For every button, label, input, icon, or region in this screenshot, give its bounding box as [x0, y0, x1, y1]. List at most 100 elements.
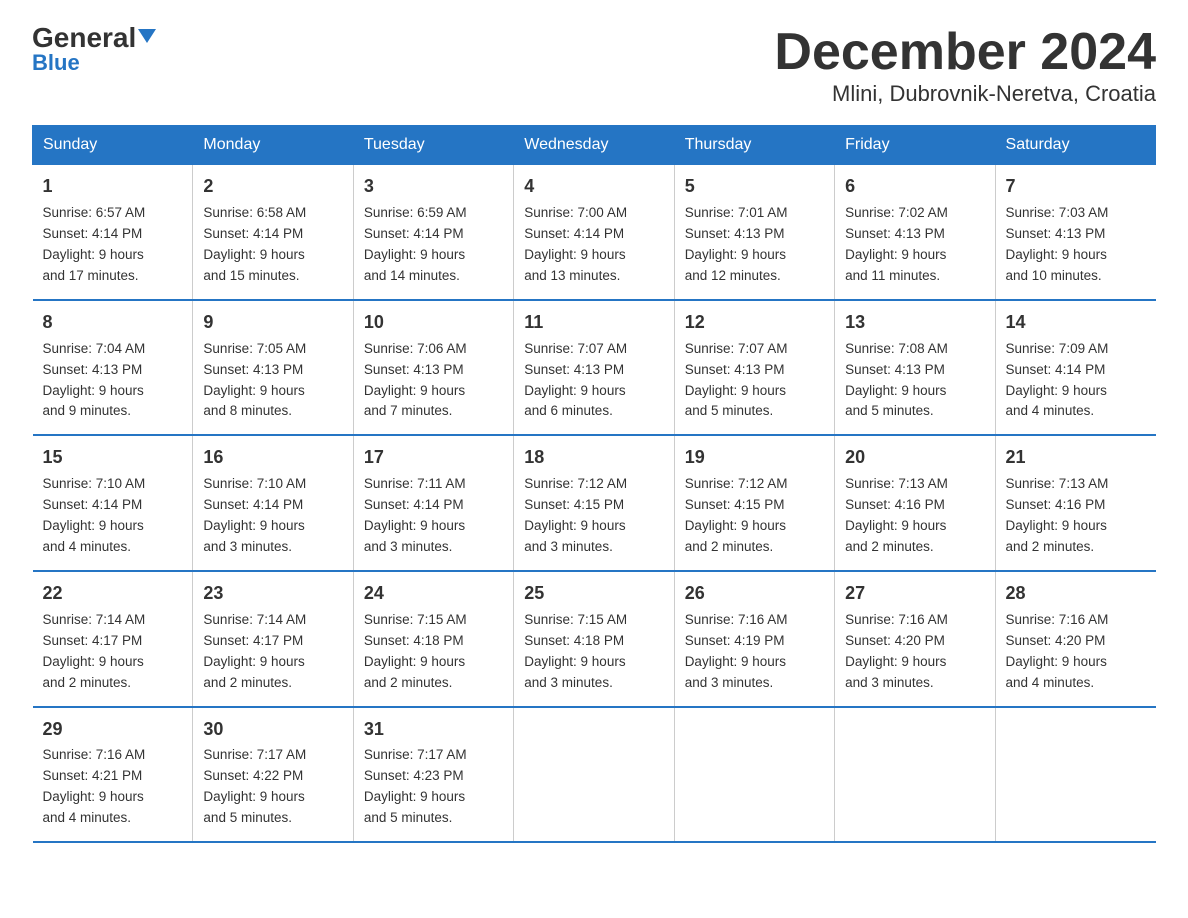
day-info: Sunrise: 7:14 AMSunset: 4:17 PMDaylight:… — [203, 612, 306, 690]
calendar-cell: 23 Sunrise: 7:14 AMSunset: 4:17 PMDayligh… — [193, 571, 353, 707]
calendar-cell: 14 Sunrise: 7:09 AMSunset: 4:14 PMDayligh… — [995, 300, 1155, 436]
calendar-cell: 10 Sunrise: 7:06 AMSunset: 4:13 PMDayligh… — [353, 300, 513, 436]
logo: General Blue — [32, 24, 156, 76]
calendar-cell: 22Sunrise: 7:14 AMSunset: 4:17 PMDayligh… — [33, 571, 193, 707]
day-number: 2 — [203, 173, 342, 201]
location-title: Mlini, Dubrovnik-Neretva, Croatia — [774, 81, 1156, 107]
day-number: 26 — [685, 580, 824, 608]
day-number: 18 — [524, 444, 663, 472]
calendar-cell: 24 Sunrise: 7:15 AMSunset: 4:18 PMDayligh… — [353, 571, 513, 707]
calendar-table: SundayMondayTuesdayWednesdayThursdayFrid… — [32, 125, 1156, 843]
day-number: 17 — [364, 444, 503, 472]
calendar-week-row: 15 Sunrise: 7:10 AMSunset: 4:14 PMDayligh… — [33, 435, 1156, 571]
logo-general-text: General — [32, 24, 156, 52]
calendar-header-row: SundayMondayTuesdayWednesdayThursdayFrid… — [33, 126, 1156, 165]
header-sunday: Sunday — [33, 126, 193, 165]
calendar-week-row: 1 Sunrise: 6:57 AMSunset: 4:14 PMDaylight… — [33, 165, 1156, 300]
calendar-cell: 6 Sunrise: 7:02 AMSunset: 4:13 PMDaylight… — [835, 165, 995, 300]
day-info: Sunrise: 7:16 AMSunset: 4:19 PMDaylight:… — [685, 612, 788, 690]
day-number: 14 — [1006, 309, 1146, 337]
day-number: 9 — [203, 309, 342, 337]
logo-triangle-icon — [138, 29, 156, 43]
day-number: 5 — [685, 173, 824, 201]
calendar-cell — [995, 707, 1155, 843]
day-number: 21 — [1006, 444, 1146, 472]
calendar-cell: 20 Sunrise: 7:13 AMSunset: 4:16 PMDayligh… — [835, 435, 995, 571]
day-info: Sunrise: 7:13 AMSunset: 4:16 PMDaylight:… — [845, 476, 948, 554]
day-info: Sunrise: 6:57 AMSunset: 4:14 PMDaylight:… — [43, 205, 146, 283]
header-tuesday: Tuesday — [353, 126, 513, 165]
day-info: Sunrise: 7:05 AMSunset: 4:13 PMDaylight:… — [203, 341, 306, 419]
calendar-cell: 4 Sunrise: 7:00 AMSunset: 4:14 PMDaylight… — [514, 165, 674, 300]
day-info: Sunrise: 7:03 AMSunset: 4:13 PMDaylight:… — [1006, 205, 1109, 283]
day-number: 8 — [43, 309, 183, 337]
calendar-cell: 12 Sunrise: 7:07 AMSunset: 4:13 PMDayligh… — [674, 300, 834, 436]
day-info: Sunrise: 7:07 AMSunset: 4:13 PMDaylight:… — [524, 341, 627, 419]
calendar-week-row: 8 Sunrise: 7:04 AMSunset: 4:13 PMDaylight… — [33, 300, 1156, 436]
day-number: 6 — [845, 173, 984, 201]
day-info: Sunrise: 7:11 AMSunset: 4:14 PMDaylight:… — [364, 476, 466, 554]
calendar-cell: 7 Sunrise: 7:03 AMSunset: 4:13 PMDaylight… — [995, 165, 1155, 300]
day-info: Sunrise: 7:07 AMSunset: 4:13 PMDaylight:… — [685, 341, 788, 419]
day-number: 19 — [685, 444, 824, 472]
calendar-cell: 3Sunrise: 6:59 AMSunset: 4:14 PMDaylight… — [353, 165, 513, 300]
day-info: Sunrise: 7:06 AMSunset: 4:13 PMDaylight:… — [364, 341, 467, 419]
day-info: Sunrise: 7:17 AMSunset: 4:22 PMDaylight:… — [203, 747, 306, 825]
day-number: 15 — [43, 444, 183, 472]
day-info: Sunrise: 7:12 AMSunset: 4:15 PMDaylight:… — [524, 476, 627, 554]
calendar-week-row: 29 Sunrise: 7:16 AMSunset: 4:21 PMDayligh… — [33, 707, 1156, 843]
day-info: Sunrise: 7:16 AMSunset: 4:21 PMDaylight:… — [43, 747, 146, 825]
calendar-cell: 18 Sunrise: 7:12 AMSunset: 4:15 PMDayligh… — [514, 435, 674, 571]
calendar-week-row: 22Sunrise: 7:14 AMSunset: 4:17 PMDayligh… — [33, 571, 1156, 707]
calendar-cell: 19 Sunrise: 7:12 AMSunset: 4:15 PMDayligh… — [674, 435, 834, 571]
day-number: 4 — [524, 173, 663, 201]
calendar-cell: 13 Sunrise: 7:08 AMSunset: 4:13 PMDayligh… — [835, 300, 995, 436]
day-info: Sunrise: 7:10 AMSunset: 4:14 PMDaylight:… — [203, 476, 306, 554]
day-info: Sunrise: 7:15 AMSunset: 4:18 PMDaylight:… — [364, 612, 467, 690]
day-info: Sunrise: 7:04 AMSunset: 4:13 PMDaylight:… — [43, 341, 146, 419]
day-number: 7 — [1006, 173, 1146, 201]
calendar-cell: 30 Sunrise: 7:17 AMSunset: 4:22 PMDayligh… — [193, 707, 353, 843]
day-number: 10 — [364, 309, 503, 337]
day-number: 31 — [364, 716, 503, 744]
day-info: Sunrise: 7:02 AMSunset: 4:13 PMDaylight:… — [845, 205, 948, 283]
day-info: Sunrise: 7:09 AMSunset: 4:14 PMDaylight:… — [1006, 341, 1109, 419]
day-info: Sunrise: 7:01 AMSunset: 4:13 PMDaylight:… — [685, 205, 788, 283]
day-number: 24 — [364, 580, 503, 608]
day-number: 1 — [43, 173, 183, 201]
calendar-cell — [514, 707, 674, 843]
calendar-cell: 31Sunrise: 7:17 AMSunset: 4:23 PMDayligh… — [353, 707, 513, 843]
header-saturday: Saturday — [995, 126, 1155, 165]
calendar-cell: 9 Sunrise: 7:05 AMSunset: 4:13 PMDaylight… — [193, 300, 353, 436]
calendar-cell: 1 Sunrise: 6:57 AMSunset: 4:14 PMDaylight… — [33, 165, 193, 300]
day-number: 13 — [845, 309, 984, 337]
title-area: December 2024 Mlini, Dubrovnik-Neretva, … — [774, 24, 1156, 107]
calendar-body: 1 Sunrise: 6:57 AMSunset: 4:14 PMDaylight… — [33, 165, 1156, 842]
calendar-cell — [835, 707, 995, 843]
day-info: Sunrise: 7:10 AMSunset: 4:14 PMDaylight:… — [43, 476, 146, 554]
header-thursday: Thursday — [674, 126, 834, 165]
day-info: Sunrise: 7:00 AMSunset: 4:14 PMDaylight:… — [524, 205, 627, 283]
calendar-cell: 5 Sunrise: 7:01 AMSunset: 4:13 PMDaylight… — [674, 165, 834, 300]
day-number: 16 — [203, 444, 342, 472]
day-info: Sunrise: 7:08 AMSunset: 4:13 PMDaylight:… — [845, 341, 948, 419]
day-number: 29 — [43, 716, 183, 744]
day-number: 30 — [203, 716, 342, 744]
day-number: 25 — [524, 580, 663, 608]
day-number: 28 — [1006, 580, 1146, 608]
calendar-cell: 2Sunrise: 6:58 AMSunset: 4:14 PMDaylight… — [193, 165, 353, 300]
calendar-cell: 15 Sunrise: 7:10 AMSunset: 4:14 PMDayligh… — [33, 435, 193, 571]
day-number: 23 — [203, 580, 342, 608]
page-header: General Blue December 2024 Mlini, Dubrov… — [32, 24, 1156, 107]
day-info: Sunrise: 7:16 AMSunset: 4:20 PMDaylight:… — [845, 612, 948, 690]
calendar-cell: 17 Sunrise: 7:11 AMSunset: 4:14 PMDayligh… — [353, 435, 513, 571]
day-number: 20 — [845, 444, 984, 472]
calendar-cell: 21Sunrise: 7:13 AMSunset: 4:16 PMDayligh… — [995, 435, 1155, 571]
calendar-cell: 26 Sunrise: 7:16 AMSunset: 4:19 PMDayligh… — [674, 571, 834, 707]
day-number: 12 — [685, 309, 824, 337]
logo-blue-text: Blue — [32, 50, 80, 76]
calendar-cell: 25Sunrise: 7:15 AMSunset: 4:18 PMDayligh… — [514, 571, 674, 707]
calendar-cell — [674, 707, 834, 843]
day-number: 11 — [524, 309, 663, 337]
day-info: Sunrise: 7:12 AMSunset: 4:15 PMDaylight:… — [685, 476, 788, 554]
